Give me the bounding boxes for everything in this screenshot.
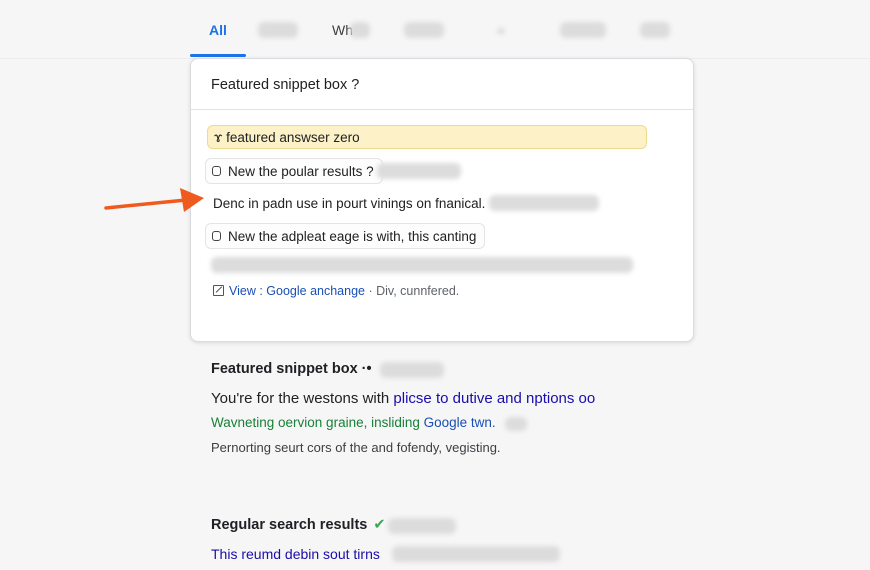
headline-part-3: to dutive and nptions oo xyxy=(435,390,596,407)
blurred-text-row xyxy=(211,257,633,273)
view-suffix: · Div, cunnfered. xyxy=(368,284,460,298)
regular-results-heading: Regular search results ✔ xyxy=(211,517,386,533)
blurred-text xyxy=(380,362,444,378)
pointer-arrow-icon xyxy=(104,188,204,212)
url-text: Wavneting oervion graine, insliding xyxy=(211,415,420,430)
regular-results-title: Regular search results xyxy=(211,517,368,533)
featured-section-title: Featured snippet box ·• xyxy=(211,361,372,377)
headline-part-1: You're for the westons with xyxy=(211,390,390,407)
featured-snippet-text: Pernorting seurt cors of the and fofendy… xyxy=(211,440,501,455)
chip-label: New the poular results ? xyxy=(228,164,374,179)
card-header: Featured snippet box ? xyxy=(191,59,693,110)
tab-blurred-6[interactable] xyxy=(640,22,670,38)
document-icon xyxy=(212,231,221,241)
chip-label: New the adpleat eage is with, this canti… xyxy=(228,229,477,244)
tab-blurred-1[interactable] xyxy=(258,22,298,38)
featured-snippet-card: Featured snippet box ? ɤ featured answse… xyxy=(190,58,694,342)
tab-blurred-2[interactable] xyxy=(350,22,370,38)
tab-all[interactable]: All xyxy=(209,22,227,38)
edit-icon xyxy=(213,285,224,296)
tab-blurred-3[interactable] xyxy=(404,22,444,38)
tab-blurred-5[interactable] xyxy=(560,22,606,38)
check-icon: ✔ xyxy=(373,517,386,533)
featured-answer-highlight[interactable]: ɤ featured answser zero xyxy=(207,125,647,149)
blurred-text xyxy=(489,195,599,211)
google-link[interactable]: Google twn. xyxy=(424,415,496,430)
tab-blurred-4[interactable] xyxy=(497,28,505,34)
snippet-line: Denc in padn use in pourt vinings on fna… xyxy=(213,196,486,211)
blurred-text xyxy=(505,417,527,431)
view-link-row: View : Google anchange · Div, cunnfered. xyxy=(213,284,459,298)
blurred-text xyxy=(377,163,461,179)
blurred-text xyxy=(388,518,456,534)
document-icon xyxy=(212,166,221,176)
search-tabs-bar: All Wh xyxy=(0,0,870,59)
card-title: Featured snippet box ? xyxy=(211,77,360,93)
featured-headline[interactable]: You're for the westons with plicse to du… xyxy=(211,390,595,407)
view-google-link[interactable]: View : Google anchange xyxy=(229,284,365,298)
adpleat-chip[interactable]: New the adpleat eage is with, this canti… xyxy=(205,223,486,249)
popular-results-chip[interactable]: New the poular results ? xyxy=(205,158,383,184)
active-tab-indicator xyxy=(190,54,246,57)
regular-result-link[interactable]: This reumd debin sout tirns xyxy=(211,546,380,562)
blurred-text xyxy=(392,546,560,562)
featured-url-line: Wavneting oervion graine, insliding Goog… xyxy=(211,415,496,430)
headline-part-2: plicse xyxy=(393,390,432,407)
